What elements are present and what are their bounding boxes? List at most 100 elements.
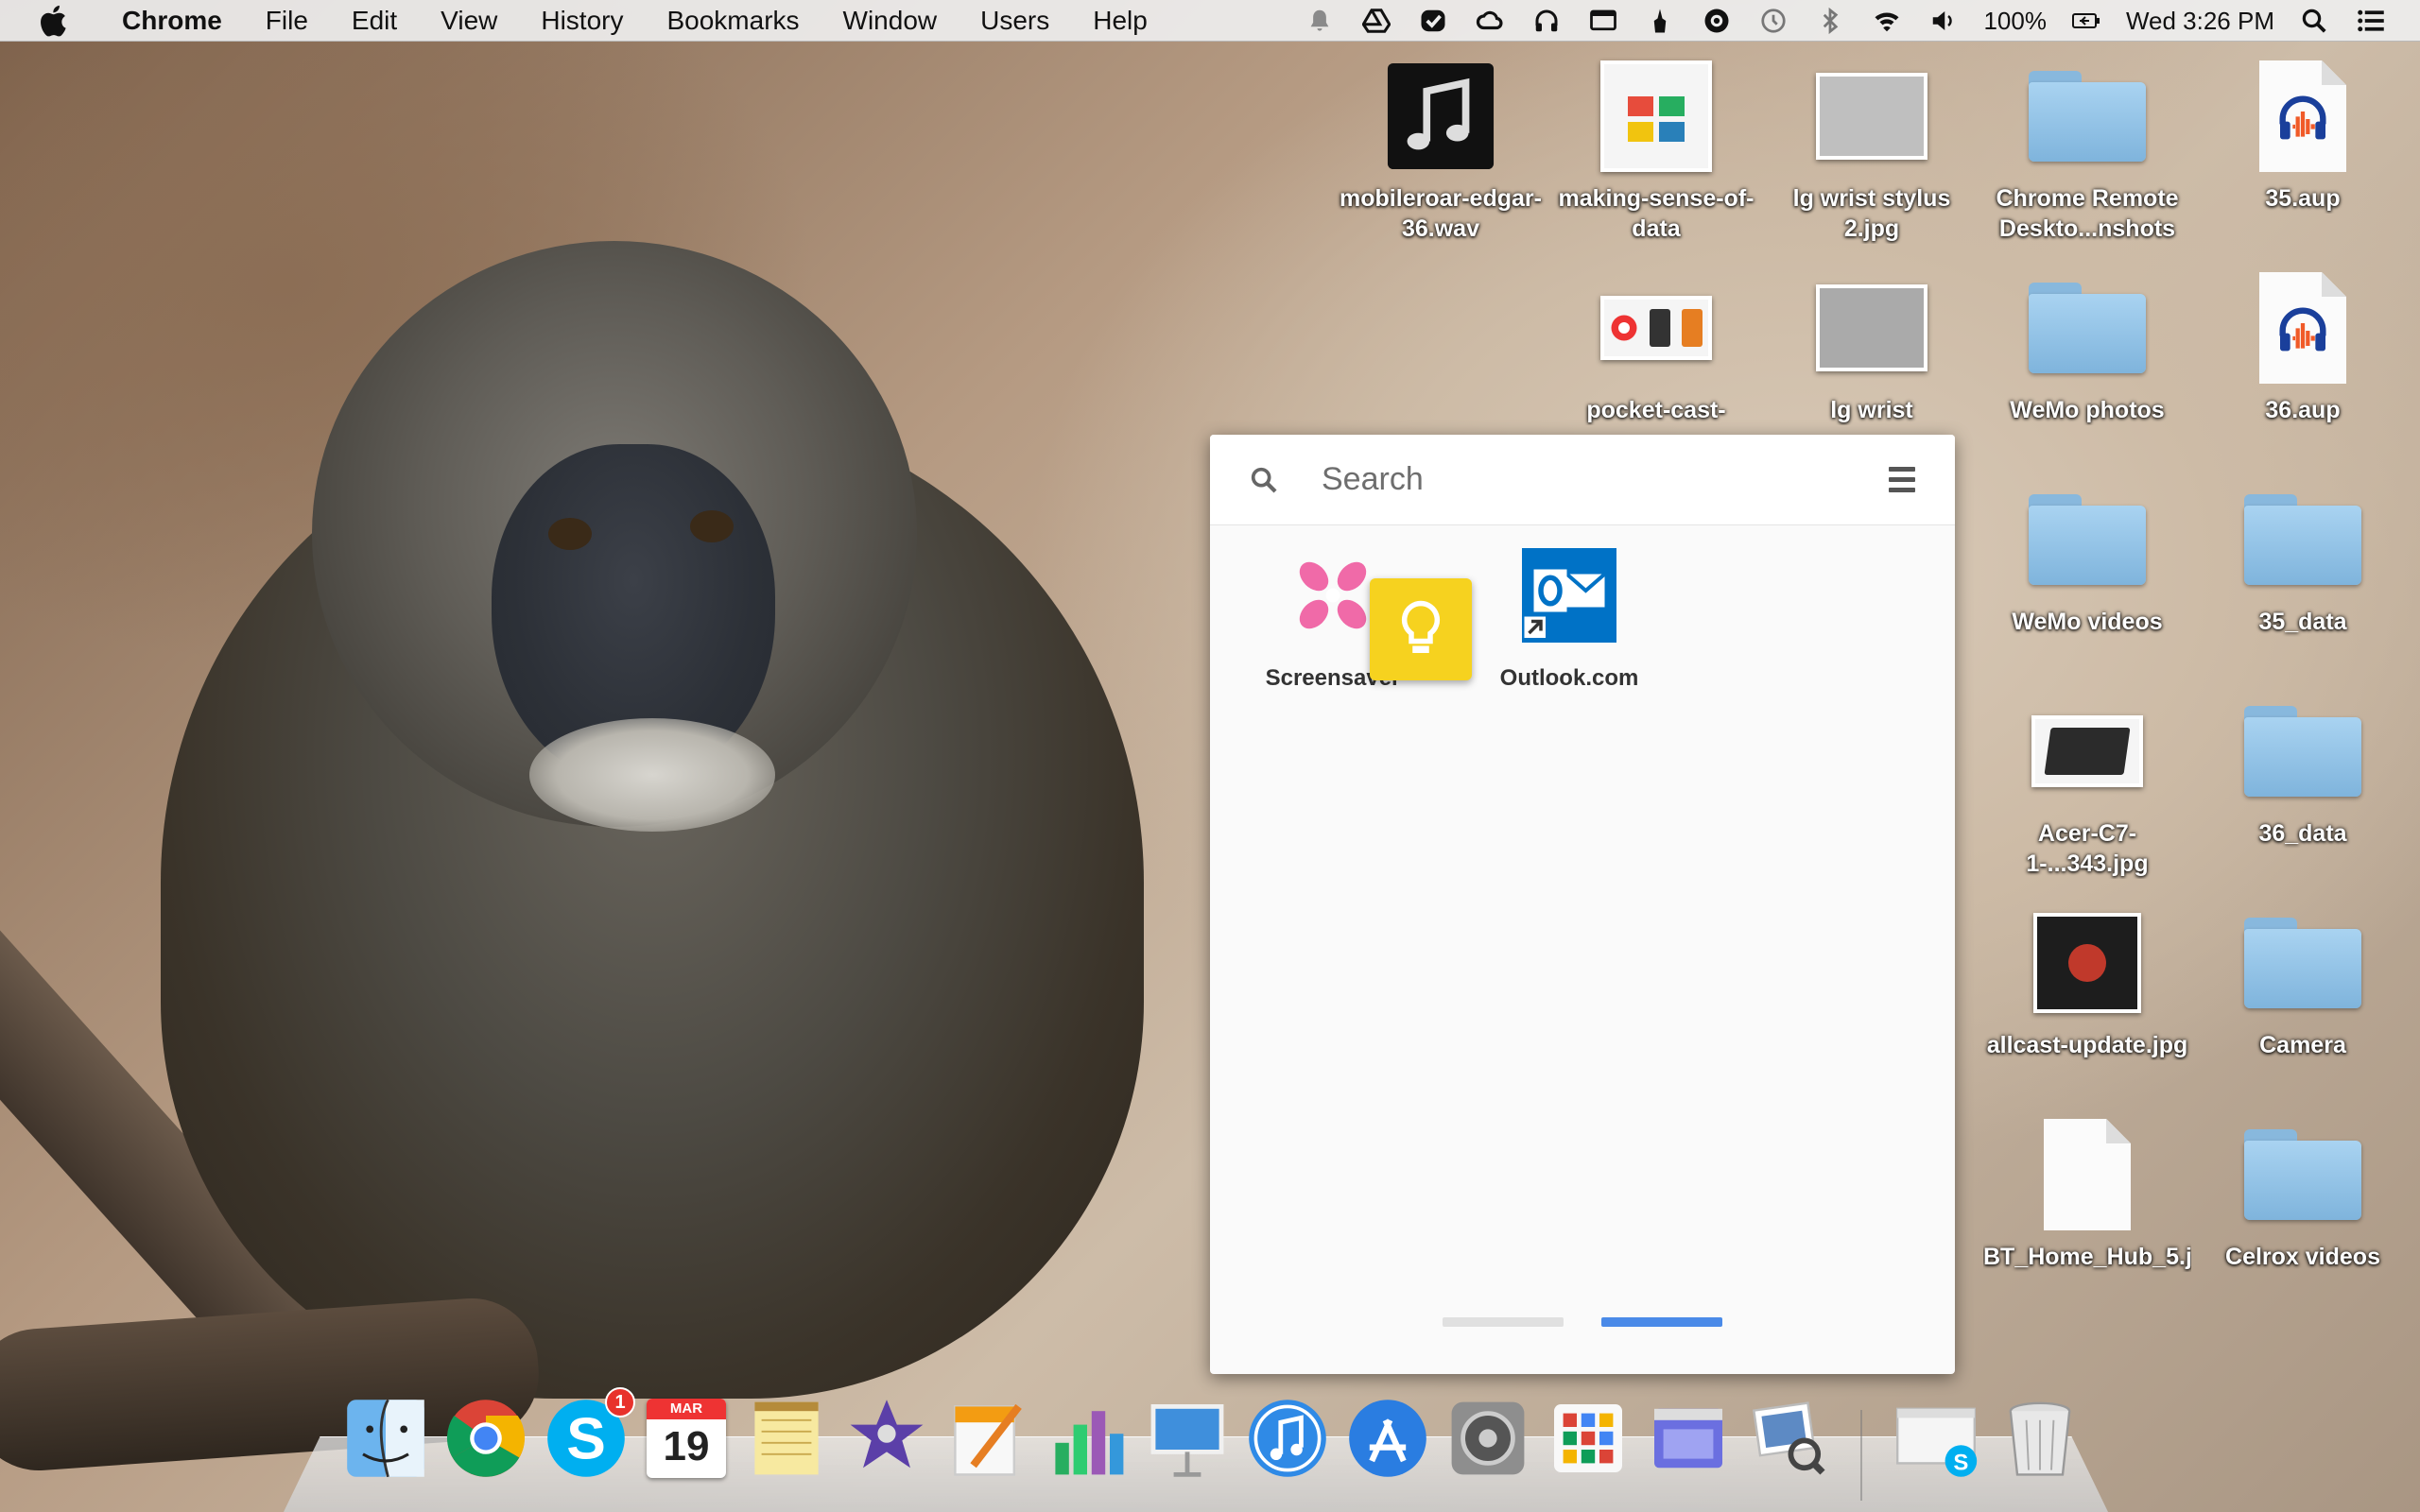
desktop-icon[interactable]: Acer-C7-1-...343.jpg [1983,690,2191,879]
desktop-icon-label: Chrome Remote Deskto...nshots [1996,185,2179,242]
launcher-search-input[interactable] [1322,461,1851,498]
hamburger-menu-icon[interactable] [1889,467,1915,493]
menu-users[interactable]: Users [959,0,1071,42]
itunes-icon[interactable] [1242,1393,1333,1484]
menu-bookmarks[interactable]: Bookmarks [645,0,821,42]
desktop-icon-label: allcast-update.jpg [1986,1032,2188,1058]
desktop-icon[interactable]: BT_Home_Hub_5.jpg [1983,1113,2191,1272]
desktop-icon[interactable]: lg wrist [1768,266,1976,425]
folder-icon [2241,1113,2364,1236]
notes-icon[interactable] [741,1393,832,1484]
document-file-icon [2026,1113,2149,1236]
desktop-icon-label: WeMo videos [2012,609,2163,635]
search-icon[interactable] [2296,3,2332,39]
headphones-icon[interactable] [1529,3,1564,39]
apple-icon[interactable] [36,3,68,39]
desktop-icon-label: lg wrist stylus 2.jpg [1792,185,1951,242]
pages-icon[interactable] [942,1393,1032,1484]
desktop-icon-label: 36_data [2258,820,2347,847]
audacity-file-icon [2241,55,2364,178]
desktop-icon-label: BT_Home_Hub_5.jpg [1983,1244,2191,1270]
silhouette-icon[interactable] [1642,3,1678,39]
creative-cloud-icon[interactable] [1472,3,1508,39]
page-dot-1[interactable] [1443,1317,1564,1327]
desktop-icon-label: 36.aup [2265,397,2341,423]
time-machine-icon[interactable] [1755,3,1791,39]
desktop-icon[interactable]: WeMo photos [1983,266,2191,425]
menu-file[interactable]: File [244,0,330,42]
wallpaper-monkey-eye [690,510,734,542]
window-app-icon[interactable] [1643,1393,1734,1484]
menu-edit[interactable]: Edit [330,0,419,42]
app-tile-outlook[interactable]: Outlook.com [1475,548,1664,692]
checkmark-icon[interactable] [1415,3,1451,39]
photo-file-icon [1810,55,1933,178]
menu-help[interactable]: Help [1071,0,1169,42]
skype-window-icon[interactable]: S [1891,1393,1981,1484]
desktop-icon[interactable]: 36.aup [2199,266,2407,425]
desktop-icon[interactable]: 36_data [2199,690,2407,849]
menu-history[interactable]: History [519,0,645,42]
bell-icon[interactable] [1302,3,1338,39]
finder-icon[interactable] [340,1393,431,1484]
svg-text:S: S [1953,1451,1968,1476]
menu-window[interactable]: Window [821,0,959,42]
wallpaper-monkey-eye [548,518,592,550]
preview-icon[interactable] [1743,1393,1834,1484]
app-store-icon[interactable] [1342,1393,1433,1484]
bluetooth-icon[interactable] [1812,3,1848,39]
trash-icon[interactable] [1995,1393,2085,1484]
photo-file-icon [2026,690,2149,813]
chrome-apps-icon[interactable] [1543,1393,1634,1484]
battery-icon[interactable] [2068,3,2104,39]
desktop-icon-label: making-sense-of-data [1558,185,1754,242]
menu-view[interactable]: View [419,0,519,42]
numbers-icon[interactable] [1042,1393,1132,1484]
search-icon [1251,467,1277,493]
wifi-icon[interactable] [1869,3,1905,39]
page-dot-2[interactable] [1601,1317,1722,1327]
desktop-icon[interactable]: mobileroar-edgar-36.wav [1337,55,1545,244]
outlook-icon [1522,548,1616,643]
chrome-icon[interactable] [441,1393,531,1484]
calendar-month: MAR [647,1399,726,1419]
circle-logo-icon[interactable] [1699,3,1735,39]
menu-app-name[interactable]: Chrome [100,0,244,42]
desktop-icon[interactable]: Camera [2199,902,2407,1060]
drive-icon[interactable] [1358,3,1394,39]
calendar-icon[interactable]: MAR 19 [641,1393,732,1484]
desktop-icon[interactable]: 35.aup [2199,55,2407,214]
svg-text:S: S [566,1407,606,1472]
wallpaper-monkey-beard [529,718,775,832]
desktop-icon-label: Celrox videos [2225,1244,2380,1270]
calendar-day: 19 [663,1423,710,1469]
folder-icon [2241,902,2364,1024]
imovie-icon[interactable] [841,1393,932,1484]
folder-icon [2026,55,2149,178]
desktop-icon[interactable]: Celrox videos [2199,1113,2407,1272]
skype-icon[interactable]: S 1 [541,1387,635,1484]
battery-percent[interactable]: 100% [1983,7,2047,36]
list-icon[interactable] [2353,3,2389,39]
desktop-icon[interactable]: lg wrist stylus 2.jpg [1768,55,1976,244]
display-icon[interactable] [1585,3,1621,39]
desktop-icon-label: WeMo photos [2010,397,2165,423]
keep-lightbulb-icon[interactable] [1370,578,1472,680]
folder-icon [2026,478,2149,601]
desktop-icon[interactable]: pocket-cast- [1552,266,1760,425]
folder-icon [2241,478,2364,601]
photo-file-icon [1595,266,1718,389]
launcher-search-bar [1210,435,1955,525]
desktop-icon-label: Acer-C7-1-...343.jpg [2026,820,2149,877]
volume-icon[interactable] [1926,3,1962,39]
keynote-icon[interactable] [1142,1393,1233,1484]
system-preferences-icon[interactable] [1443,1393,1533,1484]
app-launcher: Screensaver Outlook.com [1210,435,1955,1374]
desktop-icon[interactable]: Chrome Remote Deskto...nshots [1983,55,2191,244]
desktop-icon[interactable]: making-sense-of-data [1552,55,1760,244]
desktop-icon[interactable]: 35_data [2199,478,2407,637]
desktop-icon[interactable]: allcast-update.jpg [1983,902,2191,1060]
menu-clock[interactable]: Wed 3:26 PM [2126,7,2274,36]
desktop-icon[interactable]: WeMo videos [1983,478,2191,637]
image-file-icon [1595,55,1718,178]
